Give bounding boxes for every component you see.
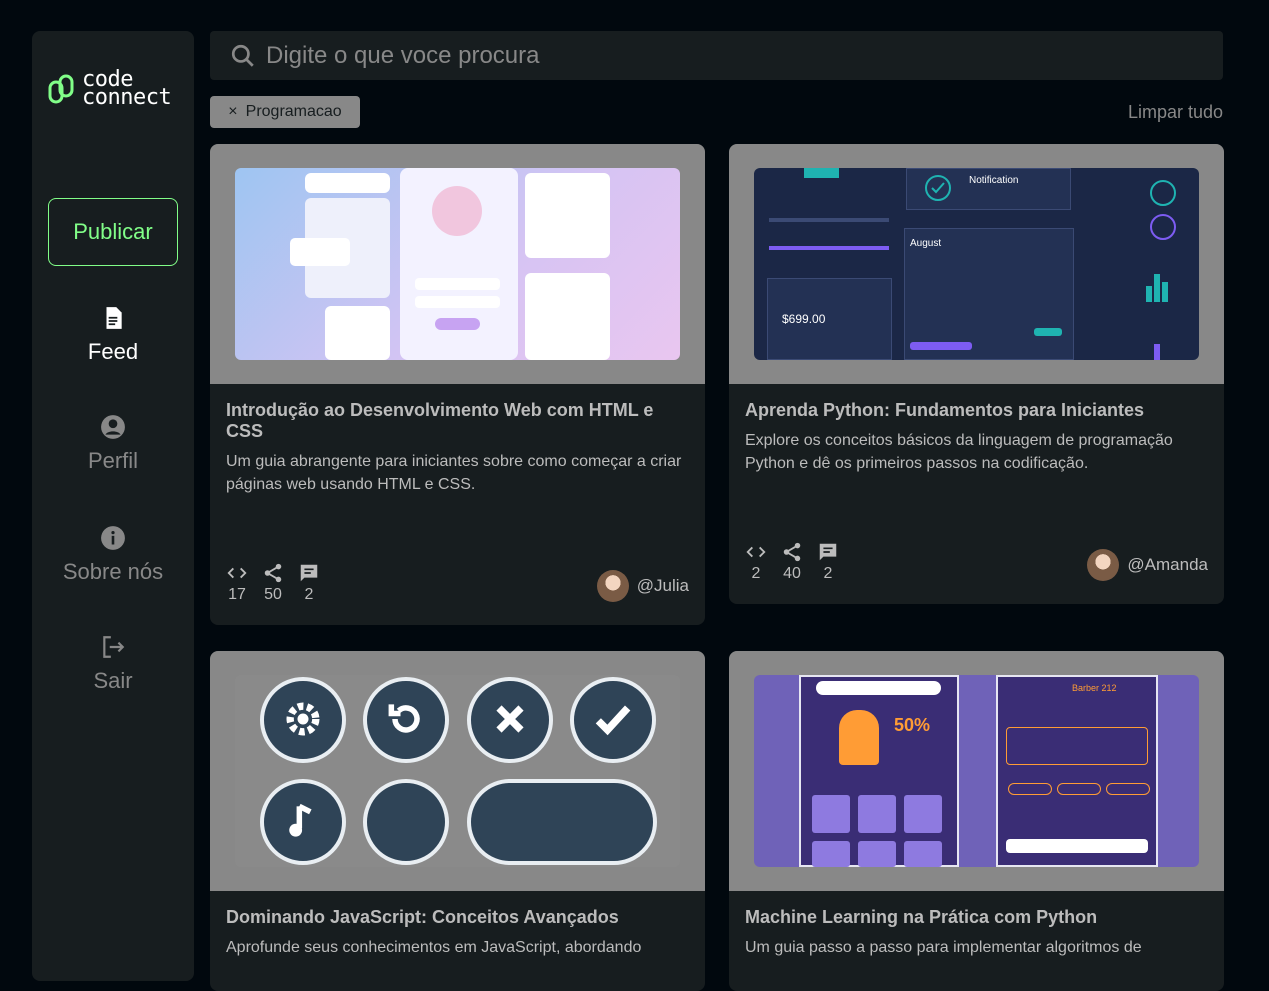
thumb-notification-text: Notification [969,175,1019,186]
comment-stat[interactable]: 2 [298,562,320,604]
author-name: @Amanda [1127,555,1208,574]
close-icon[interactable]: × [228,103,237,121]
search-input[interactable]: Digite o que voce procura [266,42,540,70]
sidebar: code connect Publicar Feed Perfil Sobre … [32,31,194,981]
logout-icon [103,636,125,658]
clear-all-link[interactable]: Limpar tudo [1128,102,1223,123]
comment-count: 2 [304,586,314,603]
sidebar-item-label: Sair [93,668,133,693]
close-icon [496,705,524,733]
share-count: 40 [783,565,801,582]
post-title[interactable]: Aprenda Python: Fundamentos para Inician… [745,400,1208,421]
share-stat[interactable]: 40 [781,541,803,583]
code-stat[interactable]: 17 [226,562,248,604]
thumb-earnings-text: $699.00 [782,312,826,326]
logo-text-connect: connect [82,85,172,110]
post-card[interactable]: Dominando JavaScript: Conceitos Avançado… [210,651,705,991]
checkmark-icon [595,705,631,736]
sidebar-item-label: Sobre nós [62,559,164,584]
logo: code connect [48,69,172,110]
code-count: 2 [751,565,761,582]
search-icon [231,44,254,67]
sidebar-item-perfil[interactable]: Perfil [32,414,194,474]
post-description: Um guia abrangente para iniciantes sobre… [226,453,682,493]
comment-icon [300,564,318,582]
filter-tag[interactable]: × Programacao [210,96,360,128]
code-stat[interactable]: 2 [745,541,767,583]
music-note-icon [289,803,312,837]
sidebar-item-label: Perfil [87,448,139,473]
post-description: Aprofunde seus conhecimentos em JavaScri… [226,939,642,956]
post-title[interactable]: Dominando JavaScript: Conceitos Avançado… [226,907,689,928]
share-stat[interactable]: 50 [262,562,284,604]
sidebar-item-label: Feed [87,339,139,364]
post-thumbnail [210,651,705,891]
comment-count: 2 [823,565,833,582]
search-bar[interactable]: Digite o que voce procura [210,31,1223,80]
undo-icon [388,704,420,733]
post-description: Um guia passo a passo para implementar a… [745,939,1142,956]
code-count: 17 [228,586,246,603]
post-stats: 2 40 2 [745,541,839,583]
comment-icon [819,543,837,561]
comment-stat[interactable]: 2 [817,541,839,583]
post-title[interactable]: Machine Learning na Prática com Python [745,907,1208,928]
user-icon [101,415,125,439]
thumb-barber-text: Barber 212 [1072,683,1117,693]
post-thumbnail [210,144,705,384]
post-title[interactable]: Introdução ao Desenvolvimento Web com HT… [226,400,689,442]
code-icon [227,567,247,579]
check-circle-icon [925,175,951,201]
post-card[interactable]: Introdução ao Desenvolvimento Web com HT… [210,144,705,625]
post-author[interactable]: @Amanda [1087,549,1208,581]
info-icon [101,526,125,550]
code-icon [746,546,766,558]
post-description: Explore os conceitos básicos da linguage… [745,432,1173,472]
post-thumbnail: 50% Barber 212 [729,651,1224,891]
avatar [1087,549,1120,581]
publish-button[interactable]: Publicar [48,198,178,266]
thumb-month-text: August [910,238,942,249]
document-icon [106,307,122,329]
share-icon [264,563,282,583]
share-icon [783,542,801,562]
gear-icon [286,702,320,736]
sidebar-item-feed[interactable]: Feed [32,305,194,365]
post-author[interactable]: @Julia [596,570,689,602]
thumb-discount-text: 50% [894,715,931,735]
post-stats: 17 50 2 [226,562,320,604]
post-card[interactable]: Notification $699.00 August Aprenda Pyth… [729,144,1224,604]
share-count: 50 [264,586,282,603]
author-name: @Julia [636,576,689,595]
avatar [596,570,629,602]
filter-tag-label: Programacao [245,103,342,120]
logo-mark-icon [48,74,74,104]
post-card[interactable]: 50% Barber 212 Machine Learning na Práti… [729,651,1224,991]
post-thumbnail: Notification $699.00 August [729,144,1224,384]
sidebar-item-sobre[interactable]: Sobre nós [32,525,194,585]
sidebar-item-sair[interactable]: Sair [32,634,194,694]
